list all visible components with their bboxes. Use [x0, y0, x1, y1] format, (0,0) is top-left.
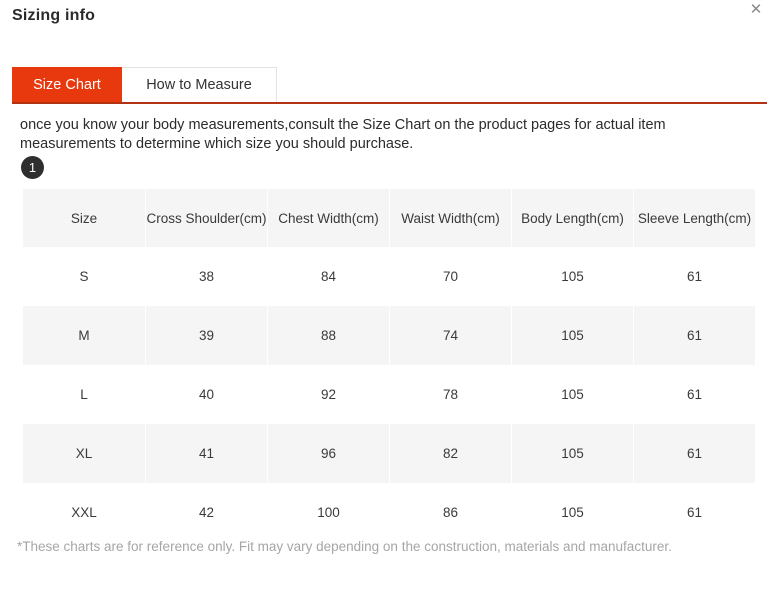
size-chart-table: Size Cross Shoulder(cm) Chest Width(cm) …: [22, 189, 756, 542]
column-header-sleeve-length: Sleeve Length(cm): [634, 189, 755, 247]
cell-cross-shoulder: 39: [146, 306, 267, 365]
table-body: S 38 84 70 105 61 M 39 88 74 105 61 L 40…: [23, 247, 755, 542]
cell-cross-shoulder: 40: [146, 365, 267, 424]
tab-size-chart[interactable]: Size Chart: [12, 67, 122, 103]
cell-size: XL: [23, 424, 145, 483]
cell-cross-shoulder: 41: [146, 424, 267, 483]
column-header-body-length: Body Length(cm): [512, 189, 633, 247]
cell-waist-width: 86: [390, 483, 511, 542]
cell-size: XXL: [23, 483, 145, 542]
table-row: M 39 88 74 105 61: [23, 306, 755, 365]
disclaimer-text: *These charts are for reference only. Fi…: [17, 539, 672, 554]
cell-chest-width: 100: [268, 483, 389, 542]
table-row: S 38 84 70 105 61: [23, 247, 755, 306]
column-header-size: Size: [23, 189, 145, 247]
cell-waist-width: 74: [390, 306, 511, 365]
tab-underline: [12, 102, 767, 104]
cell-chest-width: 96: [268, 424, 389, 483]
cell-size: S: [23, 247, 145, 306]
tab-how-to-measure[interactable]: How to Measure: [122, 67, 277, 103]
table-row: XL 41 96 82 105 61: [23, 424, 755, 483]
cell-body-length: 105: [512, 424, 633, 483]
cell-body-length: 105: [512, 483, 633, 542]
tab-bar: Size Chart How to Measure: [12, 67, 277, 103]
step-badge-1: 1: [21, 156, 44, 179]
table-header-row: Size Cross Shoulder(cm) Chest Width(cm) …: [23, 189, 755, 247]
cell-sleeve-length: 61: [634, 306, 755, 365]
page-title: Sizing info: [12, 7, 96, 24]
cell-chest-width: 92: [268, 365, 389, 424]
close-icon[interactable]: ✕: [747, 1, 765, 19]
table-row: L 40 92 78 105 61: [23, 365, 755, 424]
column-header-chest-width: Chest Width(cm): [268, 189, 389, 247]
cell-size: M: [23, 306, 145, 365]
cell-sleeve-length: 61: [634, 483, 755, 542]
column-header-cross-shoulder: Cross Shoulder(cm): [146, 189, 267, 247]
cell-chest-width: 84: [268, 247, 389, 306]
cell-waist-width: 82: [390, 424, 511, 483]
cell-sleeve-length: 61: [634, 424, 755, 483]
cell-sleeve-length: 61: [634, 365, 755, 424]
cell-waist-width: 70: [390, 247, 511, 306]
cell-body-length: 105: [512, 247, 633, 306]
intro-text: once you know your body measurements,con…: [20, 117, 666, 152]
cell-cross-shoulder: 42: [146, 483, 267, 542]
cell-body-length: 105: [512, 365, 633, 424]
cell-chest-width: 88: [268, 306, 389, 365]
table-row: XXL 42 100 86 105 61: [23, 483, 755, 542]
cell-waist-width: 78: [390, 365, 511, 424]
cell-body-length: 105: [512, 306, 633, 365]
table-header: Size Cross Shoulder(cm) Chest Width(cm) …: [23, 189, 755, 247]
column-header-waist-width: Waist Width(cm): [390, 189, 511, 247]
cell-size: L: [23, 365, 145, 424]
cell-sleeve-length: 61: [634, 247, 755, 306]
cell-cross-shoulder: 38: [146, 247, 267, 306]
